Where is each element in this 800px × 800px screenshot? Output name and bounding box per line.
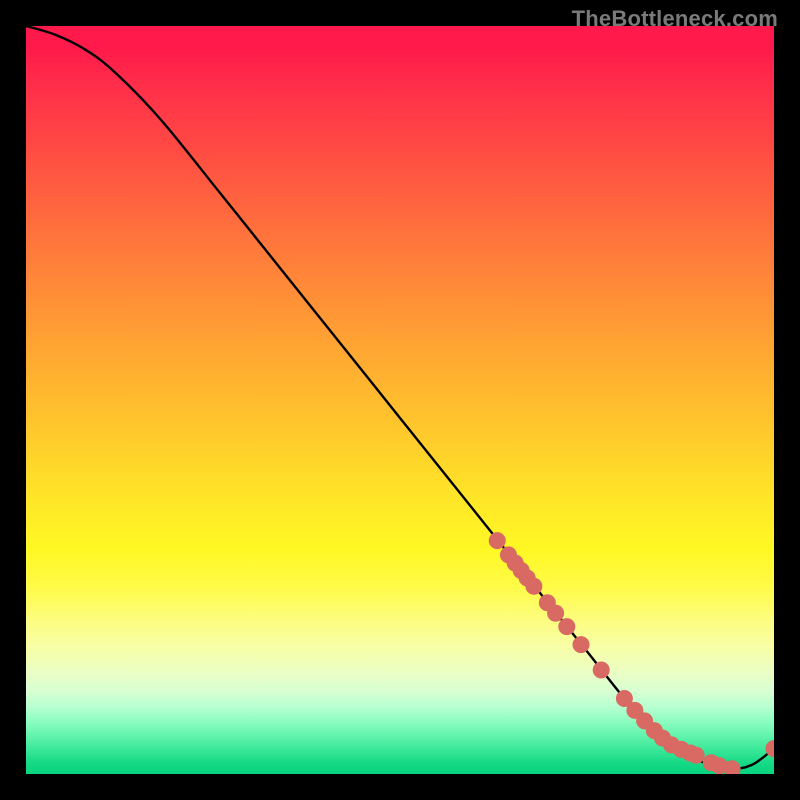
sample-marker: [573, 637, 589, 653]
sample-markers-group: [489, 533, 774, 774]
sample-marker: [593, 662, 609, 678]
plot-area: [26, 26, 774, 774]
watermark-text: TheBottleneck.com: [572, 6, 778, 32]
sample-marker: [526, 578, 542, 594]
sample-marker: [688, 747, 704, 763]
bottleneck-curve: [26, 26, 774, 769]
sample-marker: [724, 761, 740, 774]
sample-marker: [548, 605, 564, 621]
chart-overlay-svg: [26, 26, 774, 774]
sample-marker: [559, 619, 575, 635]
chart-canvas: TheBottleneck.com: [0, 0, 800, 800]
sample-marker: [489, 533, 505, 549]
